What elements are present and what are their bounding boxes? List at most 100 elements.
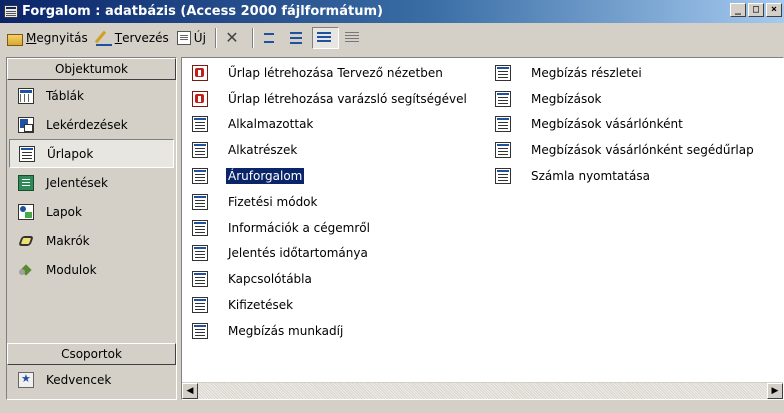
new-button[interactable]: Új [174,27,209,49]
form-icon [192,322,208,339]
list-item[interactable]: Űrlap létrehozása Tervező nézetben [192,60,469,86]
list-item[interactable]: Számla nyomtatása [495,163,756,189]
horizontal-scrollbar[interactable]: ◀ ▶ [182,382,783,399]
sidebar-item-favorites[interactable]: Kedvencek [9,365,174,394]
form-icon [495,142,511,159]
sidebar-item-label: Modulok [46,262,97,277]
list-item-selected[interactable]: Áruforgalom [192,163,469,189]
list-item-label: Alkalmazottak [228,117,314,132]
sidebar-item-modules[interactable]: Modulok [9,255,174,284]
list-item[interactable]: Információk a cégemről [192,215,469,241]
macro-icon [18,233,34,249]
list-item[interactable]: Jelentés időtartománya [192,241,469,267]
list-item-label: Megbízás munkadíj [228,323,344,338]
sidebar-item-forms[interactable]: Űrlapok [9,139,174,168]
list-item[interactable]: Kifizetések [192,292,469,318]
list-item[interactable]: Fizetési módok [192,189,469,215]
list-view-button[interactable] [311,27,339,49]
groups-list: Kedvencek [7,365,176,393]
sidebar-item-queries[interactable]: Lekérdezések [9,110,174,139]
list-item-label: Megbízás részletei [531,65,642,80]
list-item[interactable]: Megbízás részletei [495,60,756,86]
sidebar-item-tables[interactable]: Táblák [9,81,174,110]
database-toolbar: Megnyitás Tervezés Új ✕ [0,23,784,53]
window-title: Forgalom : adatbázis (Access 2000 fájlfo… [22,4,383,19]
design-button[interactable]: Tervezés [93,27,172,49]
delete-button[interactable]: ✕ [221,27,246,49]
form-icon [495,90,511,107]
list-item-label: Megbízások vásárlónként segédűrlap [531,143,754,158]
sidebar-item-label: Kedvencek [46,372,112,387]
list-item[interactable]: Űrlap létrehozása varázsló segítségével [192,86,469,112]
sidebar-item-label: Makrók [46,233,90,248]
list-item[interactable]: Megbízások vásárlónként segédűrlap [495,137,756,163]
list-item[interactable]: Kapcsolótábla [192,266,469,292]
close-button[interactable]: × [766,3,782,17]
object-list-column: Megbízás részletei Megbízások Megbízások… [495,60,756,189]
design-label: ervezés [122,31,169,45]
list-item-label: Kapcsolótábla [228,272,312,287]
form-icon [495,116,511,133]
small-icons-icon [288,30,304,46]
objects-header-button[interactable]: Objektumok [7,58,176,80]
form-icon [192,116,208,133]
list-item-label: Megbízások vásárlónként [531,117,683,132]
small-icons-view-button[interactable] [285,27,310,49]
sidebar-item-reports[interactable]: Jelentések [9,168,174,197]
list-item[interactable]: Alkatrészek [192,137,469,163]
maximize-button[interactable]: □ [748,3,764,17]
favorites-icon [18,371,34,388]
list-item-label: Megbízások [531,91,602,106]
scroll-left-button[interactable]: ◀ [182,383,198,399]
form-icon [192,193,208,210]
page-icon [18,203,34,220]
large-icons-icon [261,30,277,46]
object-list[interactable]: Űrlap létrehozása Tervező nézetben Űrlap… [181,57,784,400]
list-view-icon [316,30,332,46]
form-icon [495,168,511,185]
list-item-label: Információk a cégemről [228,220,370,235]
list-item[interactable]: Megbízás munkadíj [192,318,469,344]
minimize-button[interactable]: _ [730,3,746,17]
open-label: egnyitás [36,31,88,45]
list-item[interactable]: Megbízások vásárlónként [495,112,756,138]
form-wizard-icon [192,90,208,107]
sidebar-item-label: Űrlapok [47,146,94,161]
form-icon [192,245,208,262]
list-item-label: Áruforgalom [224,167,306,186]
delete-icon: ✕ [225,28,239,47]
form-icon [192,219,208,236]
objects-list: Táblák Lekérdezések Űrlapok Jelentések L… [7,80,176,343]
query-icon [18,116,34,133]
list-item-label: Fizetési módok [228,194,318,209]
title-bar[interactable]: Forgalom : adatbázis (Access 2000 fájlfo… [0,0,784,23]
report-icon [18,174,34,191]
open-button[interactable]: Megnyitás [4,27,91,49]
groups-header-button[interactable]: Csoportok [7,343,176,365]
list-item-label: Kifizetések [228,298,294,313]
list-item-label: Számla nyomtatása [531,169,650,184]
sidebar-item-macros[interactable]: Makrók [9,226,174,255]
form-icon [192,271,208,288]
new-mnemonic: j [202,31,206,45]
database-window-icon [4,5,18,18]
list-item[interactable]: Alkalmazottak [192,112,469,138]
list-item-label: Űrlap létrehozása varázsló segítségével [228,91,467,106]
sidebar-item-label: Lapok [46,204,82,219]
objects-bar: Objektumok Táblák Lekérdezések Űrlapok J… [6,57,177,400]
large-icons-view-button[interactable] [258,27,283,49]
design-wizard-icon [192,64,208,81]
details-view-button[interactable] [341,27,366,49]
design-mnemonic: T [114,31,123,45]
sidebar-item-label: Lekérdezések [46,117,128,132]
list-item-label: Űrlap létrehozása Tervező nézetben [228,65,443,80]
details-view-icon [344,30,360,46]
list-item[interactable]: Megbízások [495,86,756,112]
form-icon [192,168,208,185]
open-icon [7,33,23,46]
sidebar-item-label: Táblák [46,88,84,103]
sidebar-item-pages[interactable]: Lapok [9,197,174,226]
scroll-right-button[interactable]: ▶ [767,383,783,399]
form-icon [495,64,511,81]
form-icon [192,297,208,314]
